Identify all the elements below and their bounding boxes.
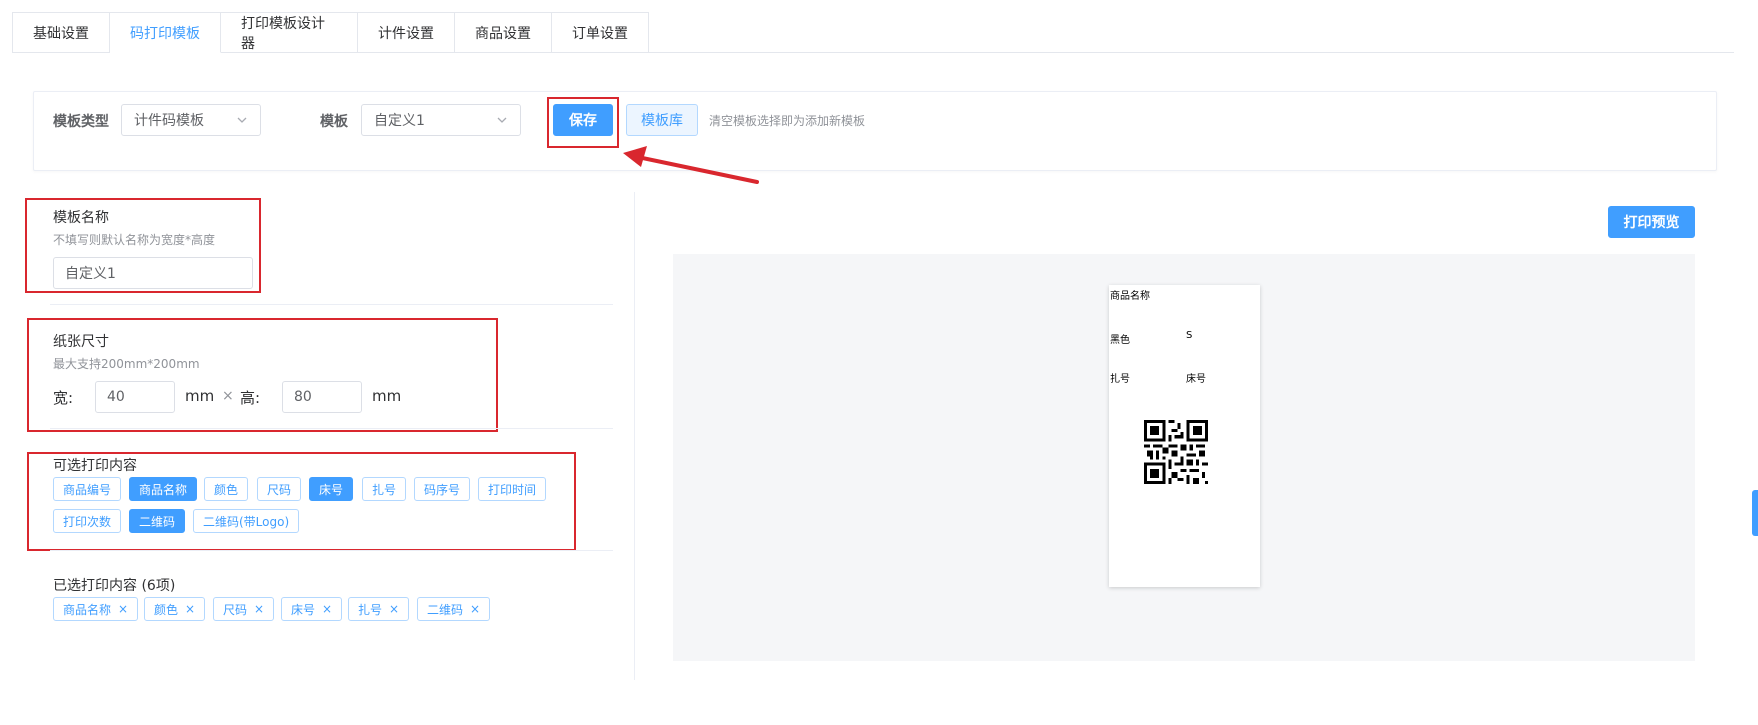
height-input[interactable]: 80 (282, 381, 362, 413)
option-tag-product-code[interactable]: 商品编号 (53, 477, 122, 501)
option-tag-bed-number[interactable]: 床号 (309, 477, 354, 501)
close-icon[interactable]: × (389, 602, 399, 616)
option-tag-color[interactable]: 颜色 (204, 477, 249, 501)
selected-tag-label: 床号 (291, 602, 316, 617)
selected-tag-label: 颜色 (154, 602, 179, 617)
close-icon[interactable]: × (118, 602, 128, 616)
selected-tag[interactable]: 扎号 × (348, 597, 410, 621)
width-label: 宽: (53, 389, 74, 407)
tab-print-template-designer[interactable]: 打印模板设计器 (221, 12, 358, 53)
selected-tag-label: 商品名称 (63, 602, 112, 617)
template-name-title: 模板名称 (53, 210, 109, 226)
selected-tag[interactable]: 颜色 × (144, 597, 206, 621)
print-preview-button[interactable]: 打印预览 (1608, 206, 1695, 238)
close-icon[interactable]: × (470, 602, 480, 616)
option-tag-bundle-number[interactable]: 扎号 (362, 477, 407, 501)
selected-content-title: 已选打印内容 (6项) (53, 578, 176, 594)
selected-tag[interactable]: 床号 × (281, 597, 343, 621)
times-sign: × (222, 388, 234, 404)
paper-size-title: 纸张尺寸 (53, 334, 109, 350)
optional-content-title: 可选打印内容 (53, 458, 137, 474)
selected-tag-label: 尺码 (223, 602, 248, 617)
height-unit: mm (372, 387, 402, 405)
tab-basic-settings[interactable]: 基础设置 (12, 12, 110, 53)
width-unit: mm (185, 387, 215, 405)
save-button[interactable]: 保存 (553, 104, 613, 136)
template-name-hint: 不填写则默认名称为宽度*高度 (53, 233, 216, 247)
tab-order-settings[interactable]: 订单设置 (552, 12, 649, 53)
qrcode-icon (1144, 420, 1208, 484)
tab-piece-settings[interactable]: 计件设置 (358, 12, 455, 53)
template-toolbar (33, 91, 1717, 171)
option-tag-code-sequence[interactable]: 码序号 (414, 477, 471, 501)
close-icon[interactable]: × (185, 602, 195, 616)
template-value: 自定义1 (374, 113, 425, 129)
height-label: 高: (240, 389, 261, 407)
preview-product-name: 商品名称 (1110, 291, 1150, 302)
width-input[interactable]: 40 (95, 381, 175, 413)
selected-tag[interactable]: 二维码 × (417, 597, 491, 621)
template-library-button[interactable]: 模板库 (626, 104, 698, 136)
template-name-input[interactable]: 自定义1 (53, 257, 253, 289)
option-tag-qrcode[interactable]: 二维码 (129, 509, 186, 533)
option-tag-print-time[interactable]: 打印时间 (478, 477, 547, 501)
selected-tag[interactable]: 商品名称 × (53, 597, 139, 621)
chevron-down-icon (497, 117, 507, 123)
template-select[interactable]: 自定义1 (361, 104, 521, 136)
side-scroll-handle[interactable] (1752, 490, 1758, 536)
preview-bundle: 扎号 (1110, 374, 1130, 385)
section-divider (50, 304, 613, 305)
close-icon[interactable]: × (322, 602, 332, 616)
template-label: 模板 (320, 114, 348, 130)
template-type-select[interactable]: 计件码模板 (121, 104, 261, 136)
paper-size-hint: 最大支持200mm*200mm (53, 357, 200, 371)
option-tag-qrcode-logo[interactable]: 二维码(带Logo) (193, 509, 300, 533)
preview-bed: 床号 (1186, 374, 1206, 385)
option-tag-print-count[interactable]: 打印次数 (53, 509, 122, 533)
section-divider (50, 428, 613, 429)
template-type-label: 模板类型 (53, 114, 109, 130)
tab-code-print-template[interactable]: 码打印模板 (110, 12, 221, 53)
settings-tabs: 基础设置 码打印模板 打印模板设计器 计件设置 商品设置 订单设置 (12, 12, 649, 53)
panel-divider (634, 192, 635, 680)
preview-size: S (1186, 330, 1193, 341)
section-divider (50, 550, 613, 551)
close-icon[interactable]: × (254, 602, 264, 616)
label-paper-preview: 商品名称 黑色 S 扎号 床号 (1109, 285, 1260, 587)
tab-product-settings[interactable]: 商品设置 (455, 12, 552, 53)
selected-tag-label: 二维码 (427, 602, 464, 617)
selected-tag[interactable]: 尺码 × (213, 597, 275, 621)
chevron-down-icon (237, 117, 247, 123)
template-type-value: 计件码模板 (134, 113, 204, 129)
option-tag-product-name[interactable]: 商品名称 (129, 477, 198, 501)
selected-tag-label: 扎号 (358, 602, 383, 617)
preview-color: 黑色 (1110, 335, 1130, 346)
annotation-arrow (623, 146, 759, 184)
toolbar-hint: 清空模板选择即为添加新模板 (709, 114, 866, 128)
option-tag-size[interactable]: 尺码 (257, 477, 302, 501)
